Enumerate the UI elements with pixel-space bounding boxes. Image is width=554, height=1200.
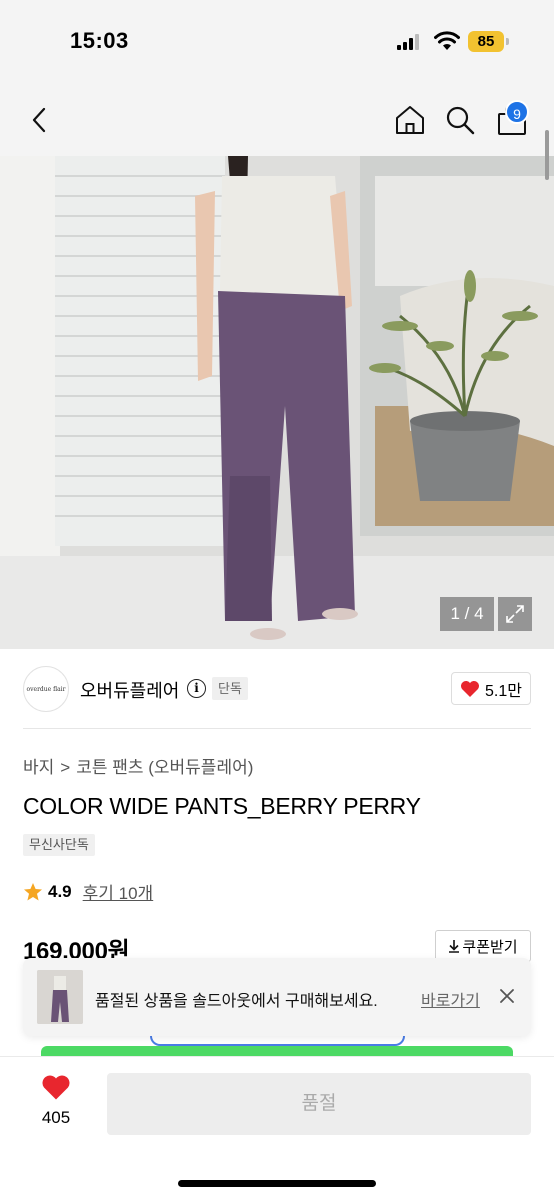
heart-icon [461, 680, 480, 697]
rating-value: 4.9 [48, 881, 72, 901]
wifi-icon [434, 31, 460, 50]
soldout-button[interactable]: 품절 [107, 1073, 531, 1135]
soldout-banner[interactable]: 품절된 상품을 솔드아웃에서 구매해보세요. 바로가기 [23, 958, 531, 1036]
home-button[interactable] [390, 100, 430, 140]
product-exclusive-tag: 무신사단독 [23, 834, 95, 856]
status-bar: 15:03 85 [0, 0, 554, 84]
product-photo [0, 156, 554, 649]
cellular-signal-icon [397, 34, 421, 50]
info-icon[interactable]: i [187, 679, 206, 698]
banner-go-link[interactable]: 바로가기 [421, 987, 480, 1011]
brand-like-count: 5.1만 [485, 682, 522, 700]
brand-name[interactable]: 오버듀플레어 [80, 677, 179, 703]
nav-header [0, 84, 554, 156]
divider [23, 728, 531, 729]
product-title: COLOR WIDE PANTS_BERRY PERRY [23, 793, 421, 819]
download-icon [449, 940, 460, 953]
product-like-button[interactable]: 405 [33, 1074, 79, 1128]
brand-logo[interactable]: overdue flair [23, 666, 69, 712]
home-indicator [178, 1180, 376, 1187]
battery-indicator: 85 [468, 31, 504, 52]
banner-message: 품절된 상품을 솔드아웃에서 구매해보세요. [95, 993, 378, 1010]
coupon-label: 쿠폰받기 [462, 938, 518, 956]
product-like-count: 405 [41, 1108, 71, 1127]
search-button[interactable] [440, 100, 480, 140]
battery-nub [506, 38, 509, 45]
breadcrumb-separator: > [60, 758, 71, 777]
breadcrumb-subcategory[interactable]: 코튼 팬츠 (오버듀플레어) [76, 758, 253, 777]
cart-count-badge: 9 [505, 100, 529, 124]
status-time: 15:03 [70, 28, 129, 53]
star-icon [24, 882, 42, 900]
product-image[interactable] [0, 156, 554, 649]
breadcrumb: 바지 > 코튼 팬츠 (오버듀플레어) [23, 753, 253, 778]
breadcrumb-category[interactable]: 바지 [23, 758, 54, 777]
banner-thumbnail [37, 970, 83, 1024]
back-button[interactable] [20, 100, 60, 140]
fullscreen-button[interactable] [498, 597, 532, 631]
review-link[interactable]: 후기 10개 [83, 879, 154, 904]
expand-icon [506, 605, 524, 623]
brand-like-button[interactable]: 5.1만 [451, 672, 531, 705]
page-scrollbar[interactable] [545, 130, 549, 180]
home-icon [396, 106, 424, 134]
chevron-left-icon [32, 107, 46, 133]
heart-icon [42, 1075, 70, 1100]
search-icon [446, 106, 475, 135]
exclusive-badge: 단독 [212, 677, 248, 700]
image-counter: 1 / 4 [440, 597, 494, 631]
close-icon[interactable] [497, 986, 517, 1006]
rating-row: 4.9 후기 10개 [23, 879, 153, 904]
